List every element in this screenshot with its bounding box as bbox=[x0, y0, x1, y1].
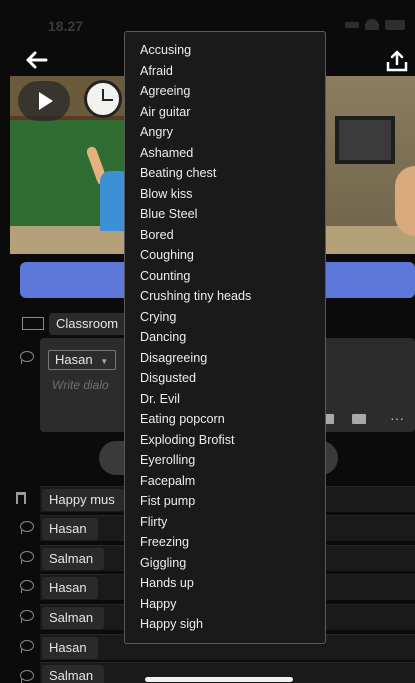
menu-item[interactable]: Crushing tiny heads bbox=[140, 289, 251, 303]
more-icon[interactable]: ··· bbox=[390, 410, 404, 426]
list-item-label: Salman bbox=[42, 665, 104, 683]
menu-item[interactable]: Dr. Evil bbox=[140, 392, 180, 406]
menu-item[interactable]: Crying bbox=[140, 310, 176, 324]
dialog-bubble-icon bbox=[20, 580, 34, 593]
menu-item[interactable]: Giggling bbox=[140, 556, 186, 570]
menu-item[interactable]: Afraid bbox=[140, 64, 173, 78]
clapperboard-icon bbox=[22, 317, 44, 330]
camera-icon[interactable] bbox=[352, 414, 366, 424]
menu-item[interactable]: Flirty bbox=[140, 515, 167, 529]
menu-item[interactable]: Blow kiss bbox=[140, 187, 192, 201]
menu-item[interactable]: Dancing bbox=[140, 330, 186, 344]
share-icon[interactable] bbox=[384, 48, 410, 74]
menu-item[interactable]: Bored bbox=[140, 228, 174, 242]
home-indicator[interactable] bbox=[145, 677, 293, 682]
menu-item[interactable]: Eyerolling bbox=[140, 453, 195, 467]
menu-item[interactable]: Air guitar bbox=[140, 105, 190, 119]
menu-item[interactable]: Agreeing bbox=[140, 84, 190, 98]
menu-item[interactable]: Fist pump bbox=[140, 494, 195, 508]
scene-clock bbox=[84, 80, 122, 118]
menu-item[interactable]: Angry bbox=[140, 125, 173, 139]
dialog-bubble-icon bbox=[20, 521, 34, 534]
menu-item[interactable]: Disagreeing bbox=[140, 351, 207, 365]
menu-item[interactable]: Exploding Brofist bbox=[140, 433, 235, 447]
menu-item[interactable]: Ashamed bbox=[140, 146, 193, 160]
dialog-bubble-icon bbox=[20, 351, 34, 364]
chevron-down-icon: ▼ bbox=[100, 357, 109, 366]
menu-item[interactable]: Coughing bbox=[140, 248, 194, 262]
list-item-label: Hasan bbox=[42, 518, 98, 540]
back-arrow-icon[interactable] bbox=[24, 50, 48, 70]
list-item-label: Happy mus bbox=[42, 489, 124, 511]
dialog-bubble-icon bbox=[20, 670, 34, 683]
menu-item[interactable]: Freezing bbox=[140, 535, 189, 549]
menu-item[interactable]: Counting bbox=[140, 269, 190, 283]
list-item-label: Salman bbox=[42, 607, 104, 629]
dialog-bubble-icon bbox=[20, 610, 34, 623]
speaker-name: Hasan bbox=[55, 352, 93, 367]
dialog-bubble-icon bbox=[20, 640, 34, 653]
scene-tv bbox=[335, 116, 395, 164]
menu-item[interactable]: Eating popcorn bbox=[140, 412, 225, 426]
list-item-label: Hasan bbox=[42, 577, 98, 599]
dialog-input[interactable]: Write dialo bbox=[52, 378, 109, 392]
speaker-select[interactable]: Hasan ▼ bbox=[48, 350, 116, 370]
action-dropdown-menu[interactable]: Accusing Afraid Agreeing Air guitar Angr… bbox=[124, 31, 326, 644]
menu-item[interactable]: Blue Steel bbox=[140, 207, 197, 221]
dialog-bubble-icon bbox=[20, 551, 34, 564]
menu-item[interactable]: Happy sigh bbox=[140, 617, 203, 631]
music-note-icon bbox=[16, 492, 26, 504]
status-icons bbox=[315, 18, 405, 32]
menu-item[interactable]: Happy bbox=[140, 597, 176, 611]
menu-item[interactable]: Hands up bbox=[140, 576, 194, 590]
menu-item[interactable]: Accusing bbox=[140, 43, 191, 57]
status-time: 18.27 bbox=[48, 18, 84, 34]
list-item-label: Hasan bbox=[42, 637, 98, 659]
character-head bbox=[395, 166, 415, 236]
list-item-label: Salman bbox=[42, 548, 104, 570]
menu-item[interactable]: Disgusted bbox=[140, 371, 196, 385]
menu-item[interactable]: Beating chest bbox=[140, 166, 216, 180]
menu-item[interactable]: Facepalm bbox=[140, 474, 195, 488]
play-icon[interactable] bbox=[18, 81, 70, 121]
scene-chip[interactable]: Classroom bbox=[49, 313, 135, 335]
